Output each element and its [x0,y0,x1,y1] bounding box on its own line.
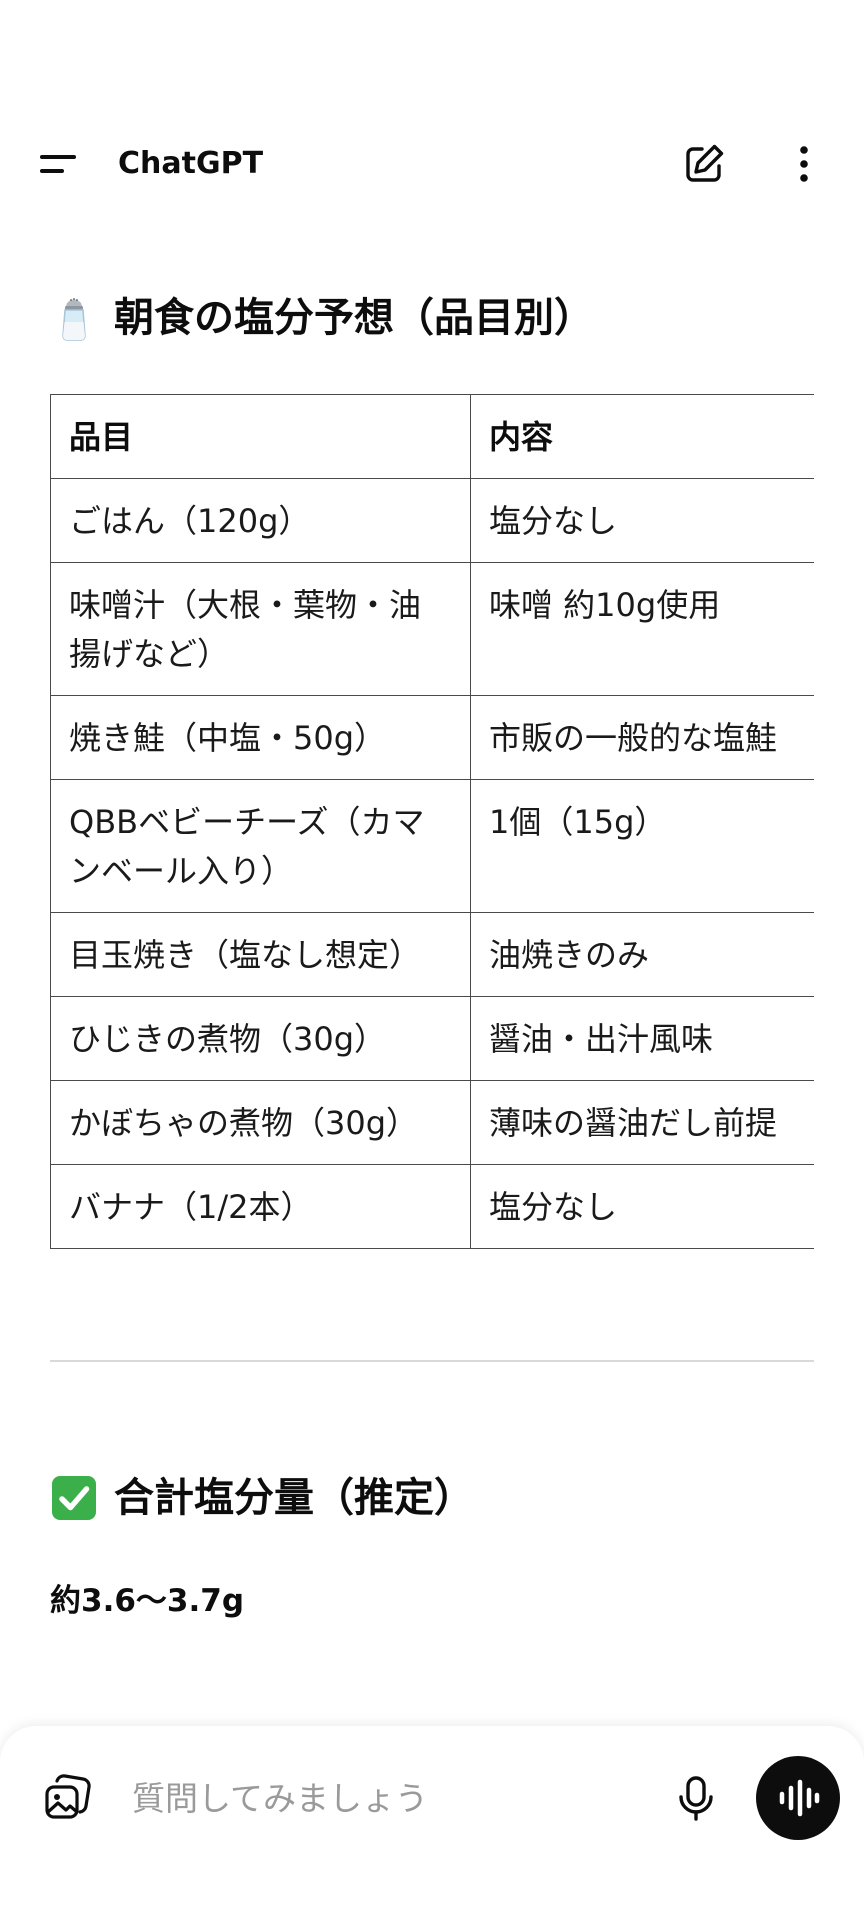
column-header-item: 品目 [50,394,471,479]
section-heading-total-salt: 合計塩分量（推定） [50,1472,474,1524]
table-cell-item: バナナ（1/2本） [50,1164,471,1249]
sidebar-menu-button[interactable] [36,142,84,186]
table-cell-content: 味噌 約10g使用 [470,562,814,696]
more-vertical-icon [800,146,808,182]
salt-shaker-icon [62,298,86,341]
table-cell-item: QBBベビーチーズ（カマンベール入り） [50,779,471,913]
voice-mode-icon [779,1779,820,1817]
table-row: 目玉焼き（塩なし想定） 油焼きのみ [50,912,814,997]
more-options-button[interactable] [780,140,828,188]
table-cell-item: かぼちゃの煮物（30g） [50,1080,471,1165]
table-cell-content: 塩分なし [470,478,814,563]
table-cell-content: 油焼きのみ [470,912,814,997]
table-header-row: 品目 内容 [50,394,814,479]
dictation-button[interactable] [670,1772,722,1824]
heading-text: 合計塩分量（推定） [114,1475,474,1521]
heading-text: 朝食の塩分予想（品目別） [114,295,594,341]
new-chat-icon [686,144,724,182]
salt-table: 品目 内容 ごはん（120g） 塩分なし 味噌汁（大根・葉物・油揚げなど） 味噌… [50,394,814,1249]
table-cell-content: 1個（15g） [470,779,814,913]
table-row: 味噌汁（大根・葉物・油揚げなど） 味噌 約10g使用 [50,562,814,696]
salt-table-container[interactable]: 品目 内容 ごはん（120g） 塩分なし 味噌汁（大根・葉物・油揚げなど） 味噌… [50,394,814,1249]
table-row: ひじきの煮物（30g） 醤油・出汁風味 [50,996,814,1081]
top-app-bar: ChatGPT [0,120,864,206]
table-cell-content: 塩分なし [470,1164,814,1249]
new-chat-button[interactable] [680,140,728,188]
table-cell-content: 醤油・出汁風味 [470,996,814,1081]
message-composer [0,1726,864,1920]
attach-image-button[interactable] [40,1770,96,1826]
table-row: QBBベビーチーズ（カマンベール入り） 1個（15g） [50,779,814,913]
prompt-input[interactable] [132,1770,652,1826]
table-cell-item: ひじきの煮物（30g） [50,996,471,1081]
table-cell-item: 目玉焼き（塩なし想定） [50,912,471,997]
voice-mode-button[interactable] [756,1756,840,1840]
image-attach-icon [45,1774,91,1819]
app-title: ChatGPT [118,146,264,181]
total-salt-value: 約3.6〜3.7g [50,1583,245,1619]
table-cell-item: 焼き鮭（中塩・50g） [50,695,471,780]
section-divider [50,1360,814,1362]
table-cell-item: ごはん（120g） [50,478,471,563]
table-row: ごはん（120g） 塩分なし [50,478,814,563]
table-cell-content: 市販の一般的な塩鮭 [470,695,814,780]
table-row: バナナ（1/2本） 塩分なし [50,1164,814,1249]
table-cell-content: 薄味の醤油だし前提 [470,1080,814,1165]
table-row: 焼き鮭（中塩・50g） 市販の一般的な塩鮭 [50,695,814,780]
check-mark-button-icon [52,1476,96,1520]
section-heading-salt-by-item: 朝食の塩分予想（品目別） [50,292,594,344]
table-row: かぼちゃの煮物（30g） 薄味の醤油だし前提 [50,1080,814,1165]
table-cell-item: 味噌汁（大根・葉物・油揚げなど） [50,562,471,696]
microphone-icon [679,1776,713,1821]
column-header-content: 内容 [470,394,814,479]
